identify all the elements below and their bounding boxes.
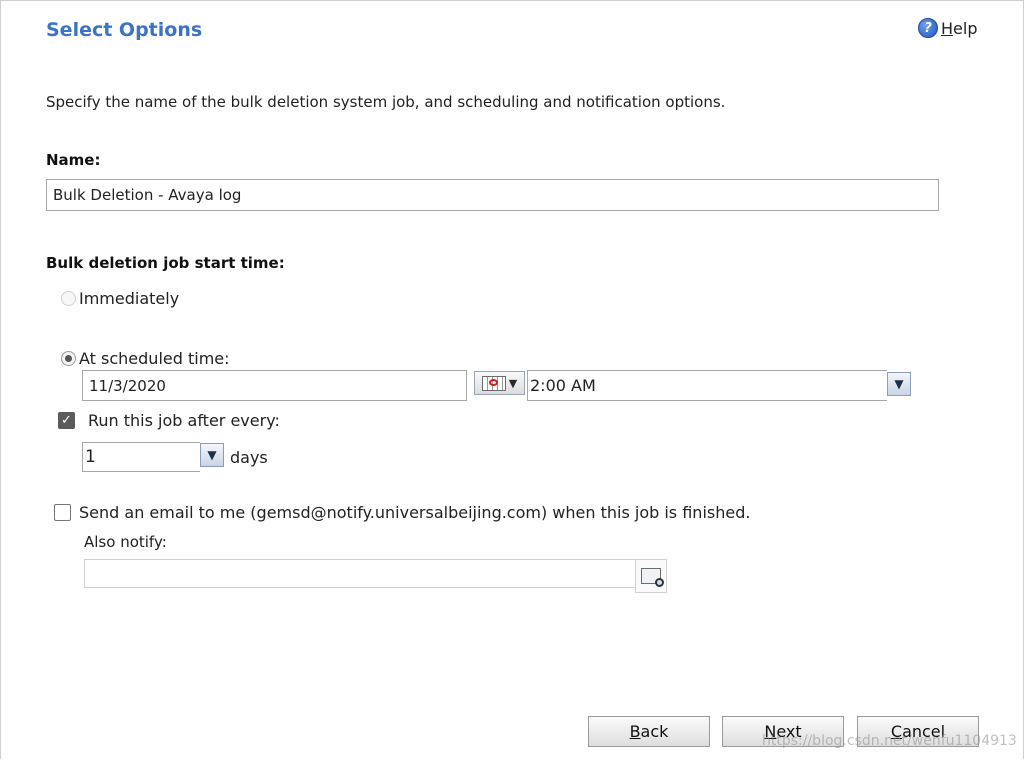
watermark: https://blog.csdn.net/wenfu1104913 [762,733,1017,749]
recurrence-checkbox[interactable]: ✓ [58,412,75,429]
calendar-icon [481,375,506,391]
interval-input[interactable]: 1 [82,442,200,472]
description-text: Specify the name of the bulk deletion sy… [46,93,726,111]
time-dropdown-button[interactable]: ▼ [887,372,911,396]
start-time-label: Bulk deletion job start time: [46,254,285,272]
name-label: Name: [46,151,101,169]
help-link[interactable]: ? Help [918,18,977,38]
immediately-label: Immediately [79,289,180,308]
chevron-down-icon: ▼ [207,448,217,462]
chevron-down-icon: ▼ [508,376,518,390]
recurrence-option[interactable]: ✓ Run this job after every: [58,411,280,430]
page-title: Select Options [46,19,203,41]
chevron-down-icon: ▼ [894,377,904,391]
time-input[interactable]: 2:00 AM [527,370,887,401]
scheduled-option[interactable]: At scheduled time: [61,349,230,368]
date-input[interactable]: 11/3/2020 [82,370,467,401]
interval-unit-label: days [230,448,268,467]
lookup-button[interactable] [635,559,667,593]
email-option[interactable]: Send an email to me (gemsd@notify.univer… [54,503,750,522]
help-label: Help [941,18,978,38]
scheduled-label: At scheduled time: [79,349,230,368]
immediately-option[interactable]: Immediately [61,289,179,308]
back-button-label: Back [629,722,669,741]
interval-dropdown-button[interactable]: ▼ [200,443,224,467]
email-checkbox[interactable] [54,504,71,521]
back-button[interactable]: Back [588,716,710,747]
recurrence-label: Run this job after every: [88,411,280,430]
scheduled-radio[interactable] [61,351,76,366]
name-input[interactable]: Bulk Deletion - Avaya log [46,179,939,211]
help-icon: ? [918,18,938,38]
immediately-radio[interactable] [61,291,76,306]
calendar-button[interactable]: ▼ [474,371,525,395]
also-notify-input[interactable] [84,559,636,588]
also-notify-label: Also notify: [84,533,167,551]
email-label: Send an email to me (gemsd@notify.univer… [79,503,751,522]
lookup-icon [641,568,664,587]
